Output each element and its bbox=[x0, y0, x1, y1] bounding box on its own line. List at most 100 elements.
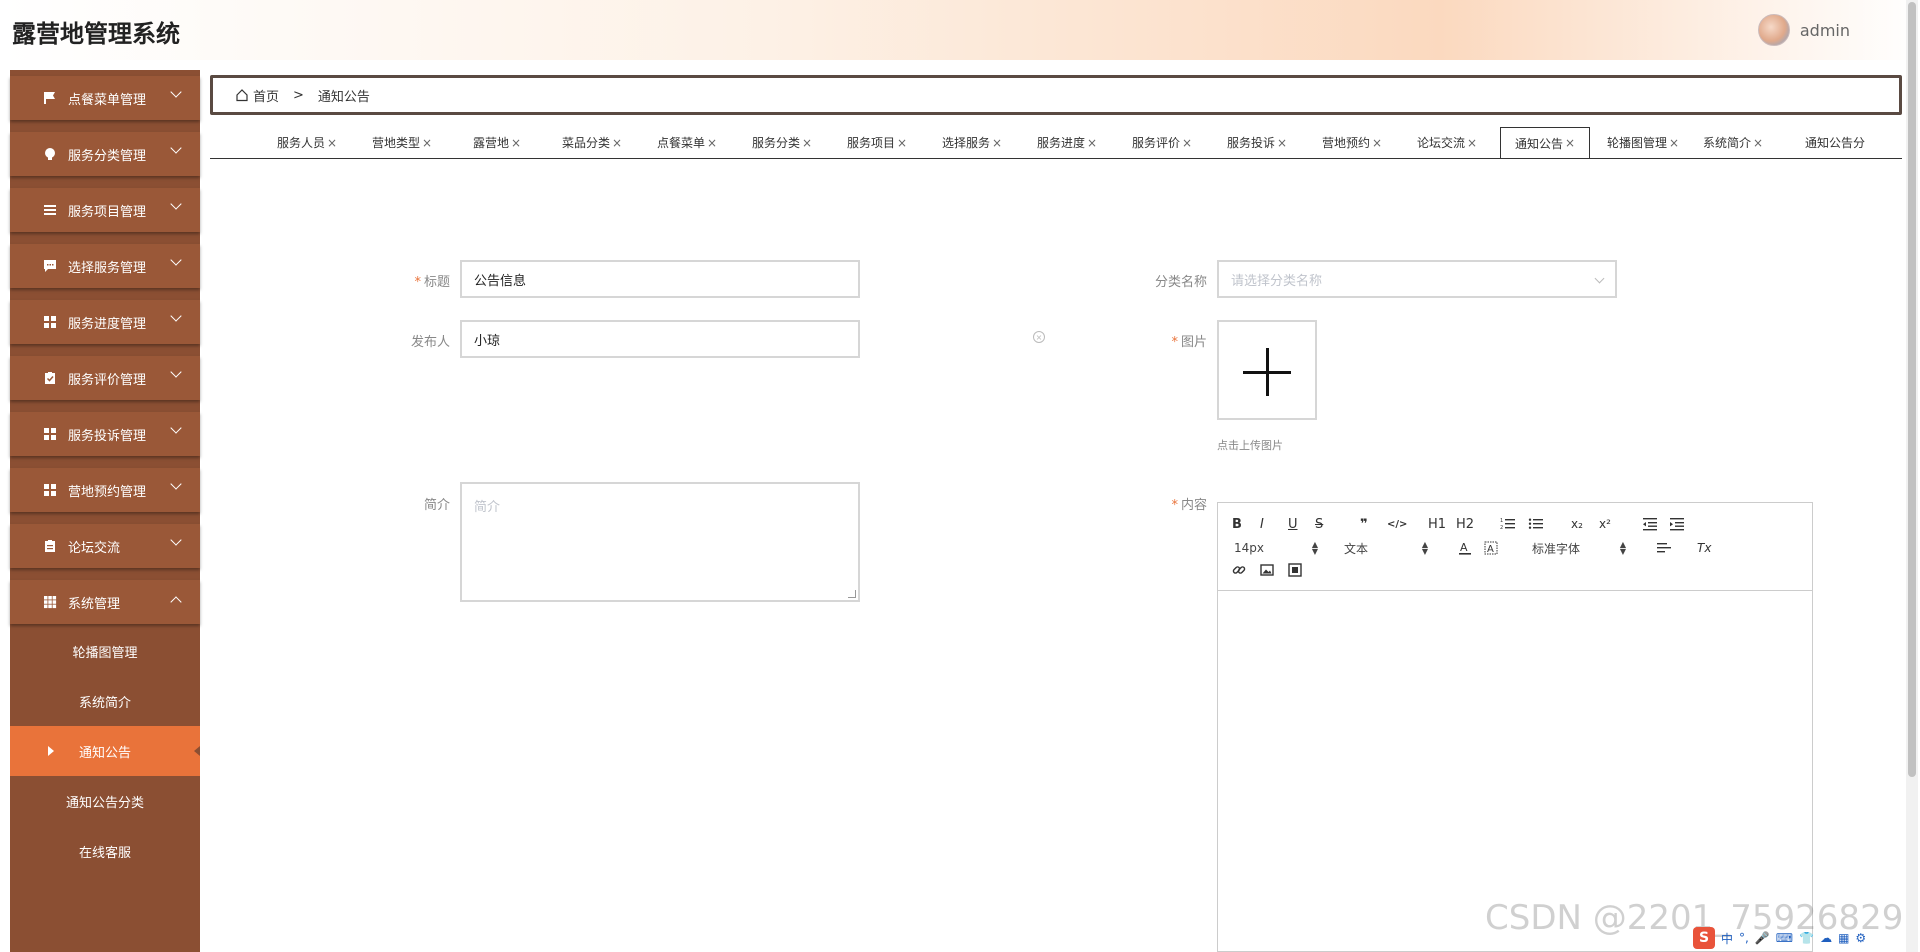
sidebar-item-service-review[interactable]: 服务评价管理 bbox=[10, 356, 200, 400]
tab-select-service[interactable]: 选择服务 × bbox=[937, 127, 1007, 158]
link-icon[interactable] bbox=[1232, 561, 1246, 579]
font-size-select[interactable]: 14px ▲ ▼ bbox=[1234, 539, 1318, 557]
underline-button[interactable]: U bbox=[1288, 515, 1298, 533]
sidebar-item-service-progress[interactable]: 服务进度管理 bbox=[10, 300, 200, 344]
grid-menu-icon[interactable]: ▦ bbox=[1838, 931, 1849, 945]
chevron-down-icon bbox=[170, 254, 182, 266]
keyboard-icon[interactable]: ⌨ bbox=[1776, 931, 1793, 945]
summary-textarea[interactable]: 简介 bbox=[460, 482, 860, 602]
settings-icon[interactable]: ⚙ bbox=[1855, 931, 1866, 945]
tab-service-review[interactable]: 服务评价 × bbox=[1127, 127, 1197, 158]
user-menu[interactable]: admin bbox=[1757, 14, 1850, 46]
tab-system-intro[interactable]: 系统简介 × bbox=[1698, 127, 1768, 158]
sidebar-item-service-project[interactable]: 服务项目管理 bbox=[10, 188, 200, 232]
tab-service-complaint[interactable]: 服务投诉 × bbox=[1222, 127, 1292, 158]
user-name[interactable]: admin bbox=[1800, 21, 1850, 40]
font-color-icon[interactable]: A bbox=[1458, 539, 1472, 557]
close-icon[interactable]: × bbox=[1087, 136, 1097, 150]
heading2-button[interactable]: H2 bbox=[1456, 515, 1474, 533]
tab-notice[interactable]: 通知公告 × bbox=[1500, 127, 1590, 158]
ordered-list-icon[interactable]: 12 bbox=[1500, 515, 1516, 533]
tab-service-project[interactable]: 服务项目 × bbox=[842, 127, 912, 158]
sidebar-item-select-service[interactable]: 选择服务管理 bbox=[10, 244, 200, 288]
tab-campsite[interactable]: 露营地 × bbox=[462, 127, 532, 158]
outdent-icon[interactable] bbox=[1642, 515, 1658, 533]
sogou-ime-icon[interactable]: S bbox=[1693, 927, 1715, 949]
tab-camp-type[interactable]: 营地类型 × bbox=[367, 127, 437, 158]
block-type-select[interactable]: 文本 ▲ ▼ bbox=[1344, 539, 1428, 557]
punctuation-icon[interactable]: °, bbox=[1739, 931, 1749, 945]
close-icon[interactable]: × bbox=[511, 136, 521, 150]
clear-icon[interactable]: × bbox=[1033, 331, 1045, 343]
close-icon[interactable]: × bbox=[707, 136, 717, 150]
subscript-button[interactable]: x₂ bbox=[1571, 515, 1583, 533]
image-upload-button[interactable] bbox=[1217, 320, 1317, 420]
italic-button[interactable]: I bbox=[1260, 515, 1264, 533]
indent-icon[interactable] bbox=[1669, 515, 1685, 533]
close-icon[interactable]: × bbox=[1182, 136, 1192, 150]
heading1-button[interactable]: H1 bbox=[1428, 515, 1446, 533]
strike-button[interactable]: S bbox=[1315, 515, 1323, 533]
close-icon[interactable]: × bbox=[802, 136, 812, 150]
tab-dish-category[interactable]: 菜品分类 × bbox=[557, 127, 627, 158]
close-icon[interactable]: × bbox=[1467, 136, 1477, 150]
chevron-down-icon bbox=[170, 86, 182, 98]
category-select[interactable]: 请选择分类名称 bbox=[1217, 260, 1617, 298]
sidebar-subitem-notice[interactable]: 通知公告 bbox=[10, 726, 200, 776]
sidebar-item-order-menu[interactable]: 点餐菜单管理 bbox=[10, 76, 200, 120]
sidebar-item-service-category[interactable]: 服务分类管理 bbox=[10, 132, 200, 176]
sidebar-item-camp-booking[interactable]: 营地预约管理 bbox=[10, 468, 200, 512]
cloud-icon[interactable]: ☁ bbox=[1820, 931, 1832, 945]
tab-service-progress[interactable]: 服务进度 × bbox=[1032, 127, 1102, 158]
sidebar-subitem-online-service[interactable]: 在线客服 bbox=[10, 826, 200, 876]
sidebar: 点餐菜单管理 服务分类管理 服务项目管理 选择服务管理 服务进度管理 服务评价管 bbox=[10, 70, 200, 952]
video-icon[interactable] bbox=[1288, 561, 1302, 579]
background-color-icon[interactable]: A bbox=[1484, 539, 1498, 557]
superscript-button[interactable]: x² bbox=[1599, 515, 1611, 533]
close-icon[interactable]: × bbox=[897, 136, 907, 150]
ime-language[interactable]: 中 bbox=[1721, 930, 1733, 947]
tab-camp-booking[interactable]: 营地预约 × bbox=[1317, 127, 1387, 158]
bullet-list-icon[interactable] bbox=[1528, 515, 1544, 533]
publisher-label: 发布人 bbox=[410, 335, 450, 350]
sidebar-subitem-notice-category[interactable]: 通知公告分类 bbox=[10, 776, 200, 826]
close-icon[interactable]: × bbox=[612, 136, 622, 150]
home-icon[interactable] bbox=[235, 88, 249, 102]
skin-icon[interactable]: 👕 bbox=[1799, 931, 1814, 945]
clear-format-button[interactable]: Tx bbox=[1697, 539, 1711, 557]
tab-service-category[interactable]: 服务分类 × bbox=[747, 127, 817, 158]
sidebar-item-service-complaint[interactable]: 服务投诉管理 bbox=[10, 412, 200, 456]
svg-text:A: A bbox=[1460, 541, 1468, 554]
close-icon[interactable]: × bbox=[1565, 136, 1575, 150]
tab-carousel[interactable]: 轮播图管理 × bbox=[1603, 127, 1683, 158]
avatar[interactable] bbox=[1757, 14, 1790, 46]
scrollbar-thumb[interactable] bbox=[1908, 2, 1916, 777]
title-input[interactable]: 公告信息 bbox=[460, 260, 860, 298]
microphone-icon[interactable]: 🎤 bbox=[1755, 931, 1770, 945]
publisher-input[interactable]: 小琼 bbox=[460, 320, 860, 358]
bold-button[interactable]: B bbox=[1232, 515, 1242, 533]
align-icon[interactable] bbox=[1656, 539, 1672, 557]
close-icon[interactable]: × bbox=[327, 136, 337, 150]
close-icon[interactable]: × bbox=[1753, 136, 1763, 150]
breadcrumb-home[interactable]: 首页 bbox=[253, 86, 279, 105]
close-icon[interactable]: × bbox=[1372, 136, 1382, 150]
close-icon[interactable]: × bbox=[992, 136, 1002, 150]
page-scrollbar[interactable] bbox=[1906, 0, 1918, 952]
tab-service-staff[interactable]: 服务人员 × bbox=[272, 127, 342, 158]
close-icon[interactable]: × bbox=[422, 136, 432, 150]
sidebar-subitem-carousel[interactable]: 轮播图管理 bbox=[10, 626, 200, 676]
image-icon[interactable] bbox=[1260, 561, 1274, 579]
close-icon[interactable]: × bbox=[1669, 136, 1679, 150]
close-icon[interactable]: × bbox=[1277, 136, 1287, 150]
resize-handle-icon[interactable] bbox=[848, 590, 856, 598]
code-block-button[interactable]: </> bbox=[1387, 515, 1407, 533]
sidebar-item-system[interactable]: 系统管理 bbox=[10, 580, 200, 624]
tab-forum[interactable]: 论坛交流 × bbox=[1412, 127, 1482, 158]
tab-notice-category[interactable]: 通知公告分 bbox=[1805, 127, 1893, 158]
sidebar-subitem-intro[interactable]: 系统简介 bbox=[10, 676, 200, 726]
tab-order-menu[interactable]: 点餐菜单 × bbox=[652, 127, 722, 158]
font-family-select[interactable]: 标准字体 ▲ ▼ bbox=[1532, 539, 1626, 557]
sidebar-item-forum[interactable]: 论坛交流 bbox=[10, 524, 200, 568]
blockquote-button[interactable]: ❞ bbox=[1360, 515, 1368, 533]
